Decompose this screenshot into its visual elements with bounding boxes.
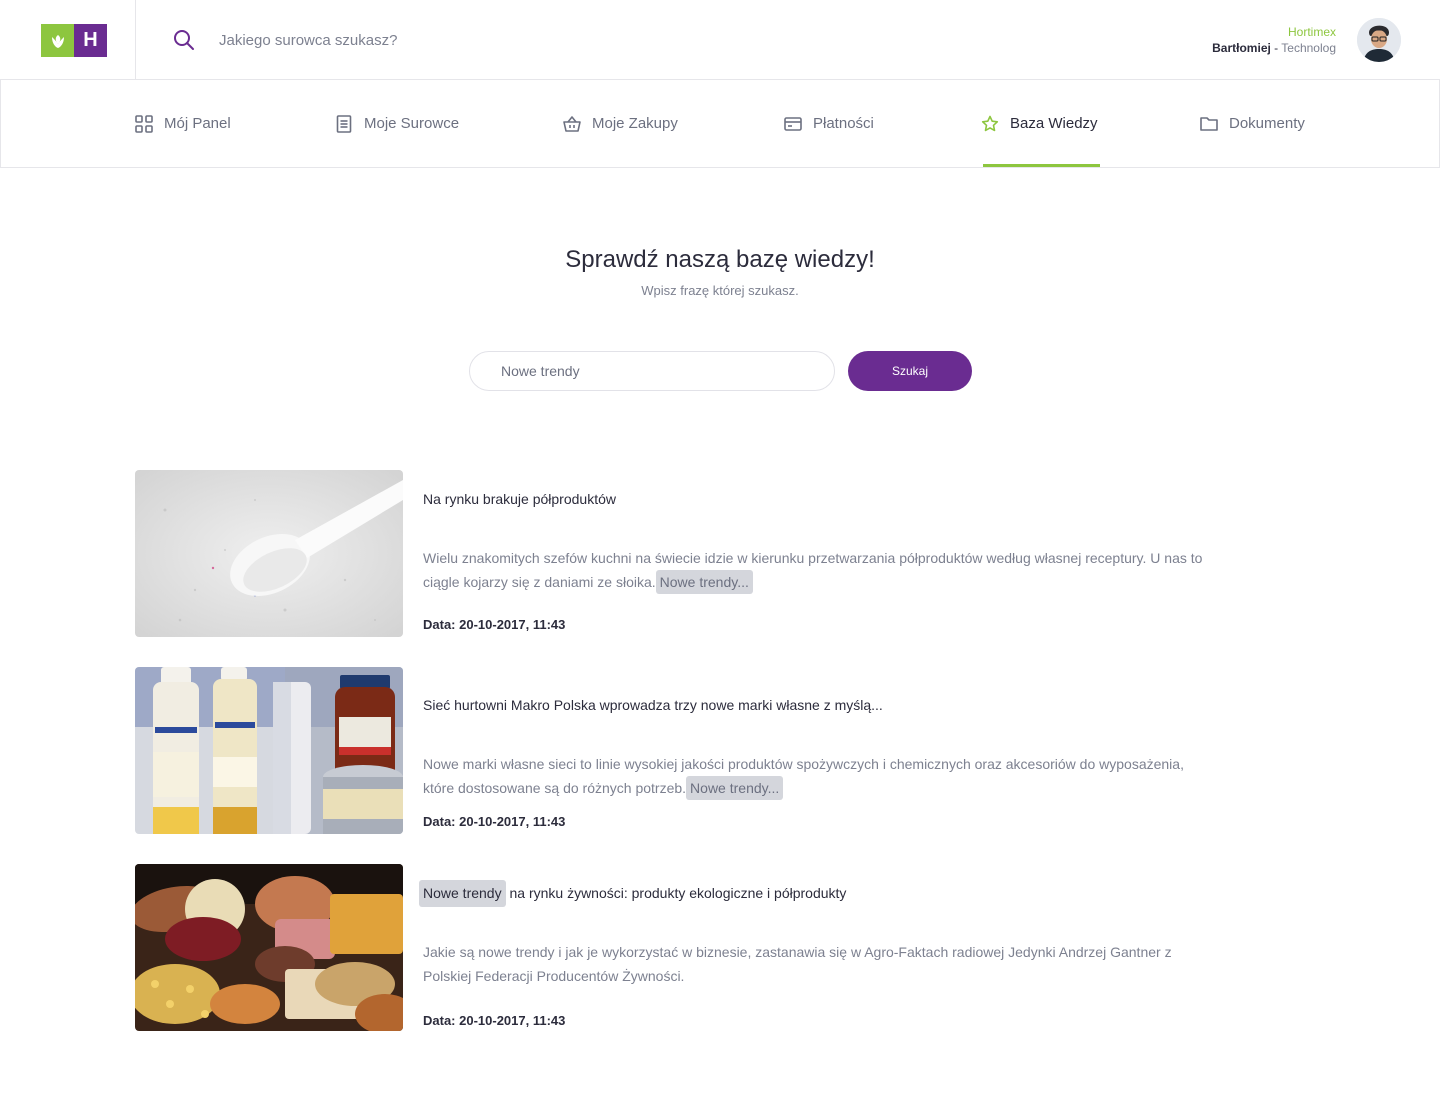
tulip-icon: [41, 24, 74, 57]
article-image-makro-products[interactable]: [135, 667, 403, 834]
nav-item-label: Moje Zakupy: [592, 115, 678, 132]
article-title-text: na rynku żywności: produkty ekologiczne …: [505, 885, 847, 901]
active-tab-indicator: [983, 164, 1100, 167]
article-excerpt: Nowe marki własne sieci to linie wysokie…: [423, 752, 1213, 800]
avatar[interactable]: [1357, 18, 1401, 62]
nav-item-moje-zakupy[interactable]: Moje Zakupy: [563, 80, 678, 167]
article-date: Data: 20-10-2017, 11:43: [423, 814, 566, 829]
nav-item-label: Dokumenty: [1229, 115, 1305, 132]
article-item[interactable]: Nowe trendy na rynku żywności: produkty …: [135, 864, 1235, 1031]
article-excerpt-text: Wielu znakomitych szefów kuchni na świec…: [423, 550, 1203, 590]
user-info[interactable]: Bartłomiej - Technolog: [1212, 41, 1336, 55]
nav-item-moj-panel[interactable]: Mój Panel: [135, 80, 231, 167]
article-date: Data: 20-10-2017, 11:43: [423, 617, 566, 632]
top-header: H Hortimex Bartłomiej - Technolog: [0, 0, 1440, 80]
nav-item-label: Moje Surowce: [364, 115, 460, 132]
user-name: Bartłomiej: [1212, 41, 1271, 55]
page-title: Sprawdź naszą bazę wiedzy!: [565, 246, 875, 273]
read-more-link[interactable]: Nowe trendy...: [655, 570, 753, 594]
article-title[interactable]: Sieć hurtowni Makro Polska wprowadza trz…: [423, 697, 883, 713]
article-date: Data: 20-10-2017, 11:43: [423, 1013, 566, 1028]
user-separator: -: [1270, 41, 1282, 55]
article-image-powder[interactable]: [135, 470, 403, 637]
company-logo[interactable]: H: [41, 24, 107, 57]
read-more-link[interactable]: Nowe trendy...: [686, 776, 784, 800]
nav-item-label: Baza Wiedzy: [1010, 115, 1098, 132]
nav-item-label: Mój Panel: [164, 115, 231, 132]
article-excerpt: Jakie są nowe trendy i jak je wykorzysta…: [423, 944, 1172, 984]
article-excerpt-text: Nowe marki własne sieci to linie wysokie…: [423, 756, 1184, 796]
basket-icon: [563, 115, 581, 133]
search-button[interactable]: Szukaj: [848, 351, 972, 391]
article-title[interactable]: Na rynku brakuje półproduktów: [423, 491, 616, 507]
article-image-food-assortment[interactable]: [135, 864, 403, 1031]
article-excerpt: Wielu znakomitych szefów kuchni na świec…: [423, 546, 1213, 594]
article-title[interactable]: Nowe trendy na rynku żywności: produkty …: [419, 880, 847, 907]
header-search-input[interactable]: [219, 26, 819, 54]
user-company: Hortimex: [1287, 25, 1336, 39]
nav-item-baza-wiedzy[interactable]: Baza Wiedzy: [981, 80, 1098, 167]
star-icon: [981, 115, 999, 133]
nav-item-platnosci[interactable]: Płatności: [784, 80, 874, 167]
document-icon: [335, 114, 353, 133]
user-role: Technolog: [1281, 41, 1336, 55]
card-icon: [784, 115, 802, 133]
logo-area: H: [0, 0, 136, 79]
nav-item-dokumenty[interactable]: Dokumenty: [1200, 80, 1305, 167]
grid-icon: [135, 114, 153, 133]
search-icon[interactable]: [172, 28, 196, 52]
nav-item-label: Płatności: [813, 115, 874, 132]
logo-letter: H: [74, 24, 107, 57]
folder-icon: [1200, 115, 1218, 133]
nav-item-moje-surowce[interactable]: Moje Surowce: [335, 80, 459, 167]
article-item[interactable]: Na rynku brakuje półproduktów Wielu znak…: [135, 470, 1235, 637]
knowledge-search-input[interactable]: [469, 351, 835, 391]
article-item[interactable]: Sieć hurtowni Makro Polska wprowadza trz…: [135, 667, 1235, 834]
main-nav: Mój Panel Moje Surowce Moje Zakupy Płatn…: [0, 80, 1440, 168]
page-subtitle: Wpisz frazę której szukasz.: [641, 283, 799, 298]
title-highlight: Nowe trendy: [419, 880, 506, 907]
